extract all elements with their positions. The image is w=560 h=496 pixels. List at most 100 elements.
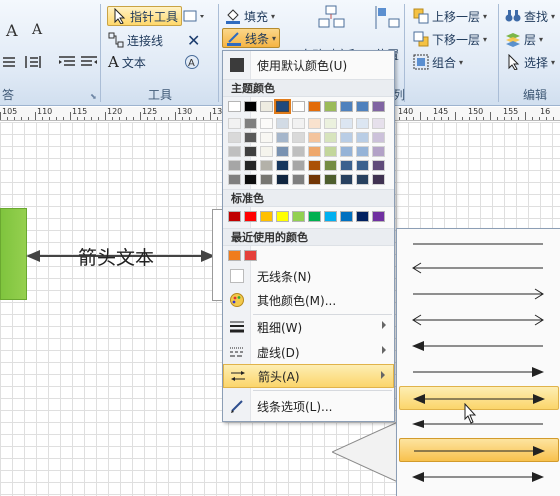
theme-color-swatch[interactable]	[372, 101, 385, 112]
theme-shade-swatch[interactable]	[228, 174, 241, 185]
theme-shade-swatch[interactable]	[260, 174, 273, 185]
theme-shade-swatch[interactable]	[276, 132, 289, 143]
theme-shade-swatch[interactable]	[324, 132, 337, 143]
recent-color-swatch[interactable]	[244, 250, 257, 261]
send-backward-button[interactable]: 下移一层 ▾	[413, 29, 487, 49]
theme-shade-swatch[interactable]	[276, 118, 289, 129]
theme-color-swatch[interactable]	[244, 101, 257, 112]
theme-shade-swatch[interactable]	[356, 174, 369, 185]
theme-shade-swatch[interactable]	[244, 118, 257, 129]
theme-shade-swatch[interactable]	[308, 146, 321, 157]
indent-icon[interactable]	[58, 52, 76, 72]
theme-shade-swatch[interactable]	[372, 118, 385, 129]
theme-shade-swatch[interactable]	[292, 146, 305, 157]
theme-shade-swatch[interactable]	[228, 132, 241, 143]
standard-color-swatch[interactable]	[292, 211, 305, 222]
dialog-launcher-icon[interactable]: ⬊	[90, 86, 97, 106]
position-icon[interactable]	[375, 6, 403, 29]
theme-shade-swatch[interactable]	[308, 160, 321, 171]
group-button[interactable]: 组合 ▾	[413, 52, 463, 72]
theme-shade-swatch[interactable]	[244, 160, 257, 171]
arrows-item[interactable]: 箭头(A)	[223, 364, 394, 388]
theme-shade-swatch[interactable]	[244, 174, 257, 185]
theme-shade-swatch[interactable]	[340, 160, 353, 171]
standard-color-swatch[interactable]	[308, 211, 321, 222]
standard-color-swatch[interactable]	[276, 211, 289, 222]
theme-shade-swatch[interactable]	[340, 118, 353, 129]
theme-shade-swatch[interactable]	[356, 146, 369, 157]
theme-shade-swatch[interactable]	[324, 146, 337, 157]
select-button[interactable]: 选择 ▾	[505, 52, 555, 72]
line-button[interactable]: 线条 ▾	[222, 28, 281, 48]
close-shape-icon[interactable]: ✕	[187, 30, 200, 50]
theme-color-swatch[interactable]	[308, 101, 321, 112]
dashes-item[interactable]: 虚线(D)	[223, 340, 394, 364]
arrow-option-left-filled[interactable]	[399, 334, 559, 358]
theme-shade-swatch[interactable]	[260, 132, 273, 143]
standard-color-swatch[interactable]	[372, 211, 385, 222]
auto-align-icon[interactable]	[318, 5, 346, 28]
pointer-tool-button[interactable]: 指针工具	[107, 6, 183, 26]
theme-color-swatch[interactable]	[324, 101, 337, 112]
standard-color-swatch[interactable]	[356, 211, 369, 222]
theme-shade-swatch[interactable]	[260, 118, 273, 129]
theme-shade-swatch[interactable]	[372, 174, 385, 185]
theme-shade-swatch[interactable]	[340, 146, 353, 157]
standard-color-swatch[interactable]	[340, 211, 353, 222]
theme-shade-swatch[interactable]	[292, 118, 305, 129]
theme-shade-swatch[interactable]	[292, 132, 305, 143]
outdent-icon[interactable]	[80, 52, 98, 72]
theme-shade-swatch[interactable]	[372, 160, 385, 171]
arrow-option-right-open[interactable]	[399, 282, 559, 306]
layer-button[interactable]: 层 ▾	[505, 29, 543, 49]
theme-color-swatch[interactable]	[340, 101, 353, 112]
theme-shade-swatch[interactable]	[260, 146, 273, 157]
theme-shade-swatch[interactable]	[228, 118, 241, 129]
no-line-item[interactable]: 无线条(N)	[223, 264, 394, 288]
use-default-color-item[interactable]: 使用默认颜色(U)	[223, 53, 394, 77]
arrow-option-none[interactable]	[399, 231, 559, 255]
arrow-text-label[interactable]: 箭头文本	[78, 243, 154, 270]
theme-shade-swatch[interactable]	[308, 132, 321, 143]
theme-shade-swatch[interactable]	[292, 174, 305, 185]
theme-shade-swatch[interactable]	[372, 132, 385, 143]
theme-shade-swatch[interactable]	[356, 118, 369, 129]
green-shape[interactable]	[0, 208, 27, 300]
bring-forward-button[interactable]: 上移一层 ▾	[413, 6, 487, 26]
theme-color-swatch[interactable]	[356, 101, 369, 112]
theme-color-swatch[interactable]	[292, 101, 305, 112]
theme-shade-swatch[interactable]	[340, 132, 353, 143]
line-options-item[interactable]: 线条选项(L)...	[223, 394, 394, 418]
shape-dropdown-button[interactable]	[183, 6, 207, 26]
standard-color-swatch[interactable]	[244, 211, 257, 222]
arrow-option-both-filled[interactable]	[399, 386, 559, 410]
connector-button[interactable]: 连接线	[108, 30, 163, 50]
rotate-text-icon[interactable]: A	[184, 52, 200, 72]
more-colors-item[interactable]: 其他颜色(M)...	[223, 288, 394, 312]
standard-color-swatch[interactable]	[228, 211, 241, 222]
theme-shade-swatch[interactable]	[324, 160, 337, 171]
theme-shade-swatch[interactable]	[276, 146, 289, 157]
arrow-option-left-short[interactable]	[399, 412, 559, 436]
triangle-shape[interactable]	[332, 420, 402, 484]
standard-color-swatch[interactable]	[324, 211, 337, 222]
theme-shade-swatch[interactable]	[324, 118, 337, 129]
theme-shade-swatch[interactable]	[276, 160, 289, 171]
theme-color-swatch[interactable]	[228, 101, 241, 112]
arrow-option-right-filled-thick[interactable]	[399, 438, 559, 462]
theme-shade-swatch[interactable]	[356, 160, 369, 171]
text-tool-button[interactable]: A 文本	[108, 52, 146, 72]
font-size-large-icon[interactable]: A	[6, 20, 18, 40]
fill-button[interactable]: 填充 ▾	[225, 6, 275, 26]
align-icon[interactable]	[2, 52, 16, 72]
theme-shade-swatch[interactable]	[324, 174, 337, 185]
theme-shade-swatch[interactable]	[244, 132, 257, 143]
weight-item[interactable]: 粗细(W)	[223, 315, 394, 339]
find-button[interactable]: 查找 ▾	[505, 6, 555, 26]
theme-shade-swatch[interactable]	[228, 160, 241, 171]
theme-shade-swatch[interactable]	[292, 160, 305, 171]
arrow-option-both-double[interactable]	[399, 465, 559, 489]
recent-color-swatch[interactable]	[228, 250, 241, 261]
theme-shade-swatch[interactable]	[276, 174, 289, 185]
theme-shade-swatch[interactable]	[308, 118, 321, 129]
